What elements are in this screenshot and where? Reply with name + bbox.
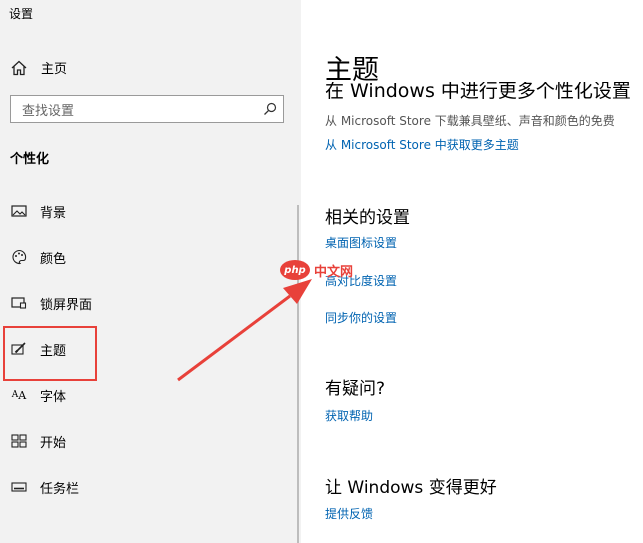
sync-settings-link[interactable]: 同步你的设置 bbox=[325, 309, 397, 326]
sidebar-item-taskbar[interactable]: 任务栏 bbox=[10, 475, 79, 499]
home-icon bbox=[11, 60, 27, 75]
watermark-badge: php bbox=[280, 260, 310, 280]
watermark: php 中文网 bbox=[280, 260, 353, 280]
sidebar-item-label: 背景 bbox=[40, 205, 67, 221]
sidebar-item-start[interactable]: 开始 bbox=[10, 429, 66, 453]
sidebar-item-lock-screen[interactable]: 锁屏界面 bbox=[10, 291, 92, 315]
sidebar-item-label: 字体 bbox=[40, 389, 67, 405]
store-heading: 在 Windows 中进行更多个性化设置 bbox=[325, 82, 631, 102]
taskbar-icon bbox=[10, 478, 28, 496]
sidebar-item-colors[interactable]: 颜色 bbox=[10, 245, 66, 269]
font-icon: AA bbox=[11, 388, 27, 402]
search-placeholder: 查找设置 bbox=[22, 103, 75, 119]
feedback-heading: 让 Windows 变得更好 bbox=[325, 478, 497, 498]
home-label: 主页 bbox=[41, 62, 68, 77]
sidebar-item-background[interactable]: 背景 bbox=[10, 199, 66, 223]
watermark-text: 中文网 bbox=[314, 264, 354, 280]
search-icon bbox=[264, 102, 277, 115]
sidebar-item-label: 任务栏 bbox=[40, 481, 80, 497]
sidebar: 设置 主页 查找设置 个性化 背景 颜色 锁屏界面 主题 A A 字体 开始 任… bbox=[0, 0, 301, 543]
get-help-link[interactable]: 获取帮助 bbox=[325, 407, 373, 424]
sidebar-item-label: 锁屏界面 bbox=[40, 297, 93, 313]
sidebar-item-label: 颜色 bbox=[40, 251, 67, 267]
section-label-personalization: 个性化 bbox=[10, 152, 50, 167]
sidebar-item-label: 开始 bbox=[40, 435, 67, 451]
start-grid-icon bbox=[10, 432, 28, 450]
give-feedback-link[interactable]: 提供反馈 bbox=[325, 505, 373, 522]
search-input[interactable]: 查找设置 bbox=[10, 95, 284, 123]
picture-icon bbox=[10, 202, 28, 220]
home-nav-item[interactable]: 主页 bbox=[10, 58, 67, 77]
store-description: 从 Microsoft Store 下载兼具壁纸、声音和颜色的免费 bbox=[325, 114, 615, 128]
question-heading: 有疑问? bbox=[325, 379, 386, 399]
lock-screen-icon bbox=[10, 294, 28, 312]
sidebar-scrollbar[interactable] bbox=[297, 205, 299, 543]
desktop-icon-settings-link[interactable]: 桌面图标设置 bbox=[325, 234, 397, 251]
sidebar-item-fonts[interactable]: AA 字体 bbox=[10, 383, 66, 407]
window-title: 设置 bbox=[9, 7, 34, 21]
annotation-highlight-box bbox=[3, 326, 97, 381]
store-themes-link[interactable]: 从 Microsoft Store 中获取更多主题 bbox=[325, 136, 519, 153]
palette-icon bbox=[10, 248, 28, 266]
related-settings-heading: 相关的设置 bbox=[325, 208, 410, 228]
